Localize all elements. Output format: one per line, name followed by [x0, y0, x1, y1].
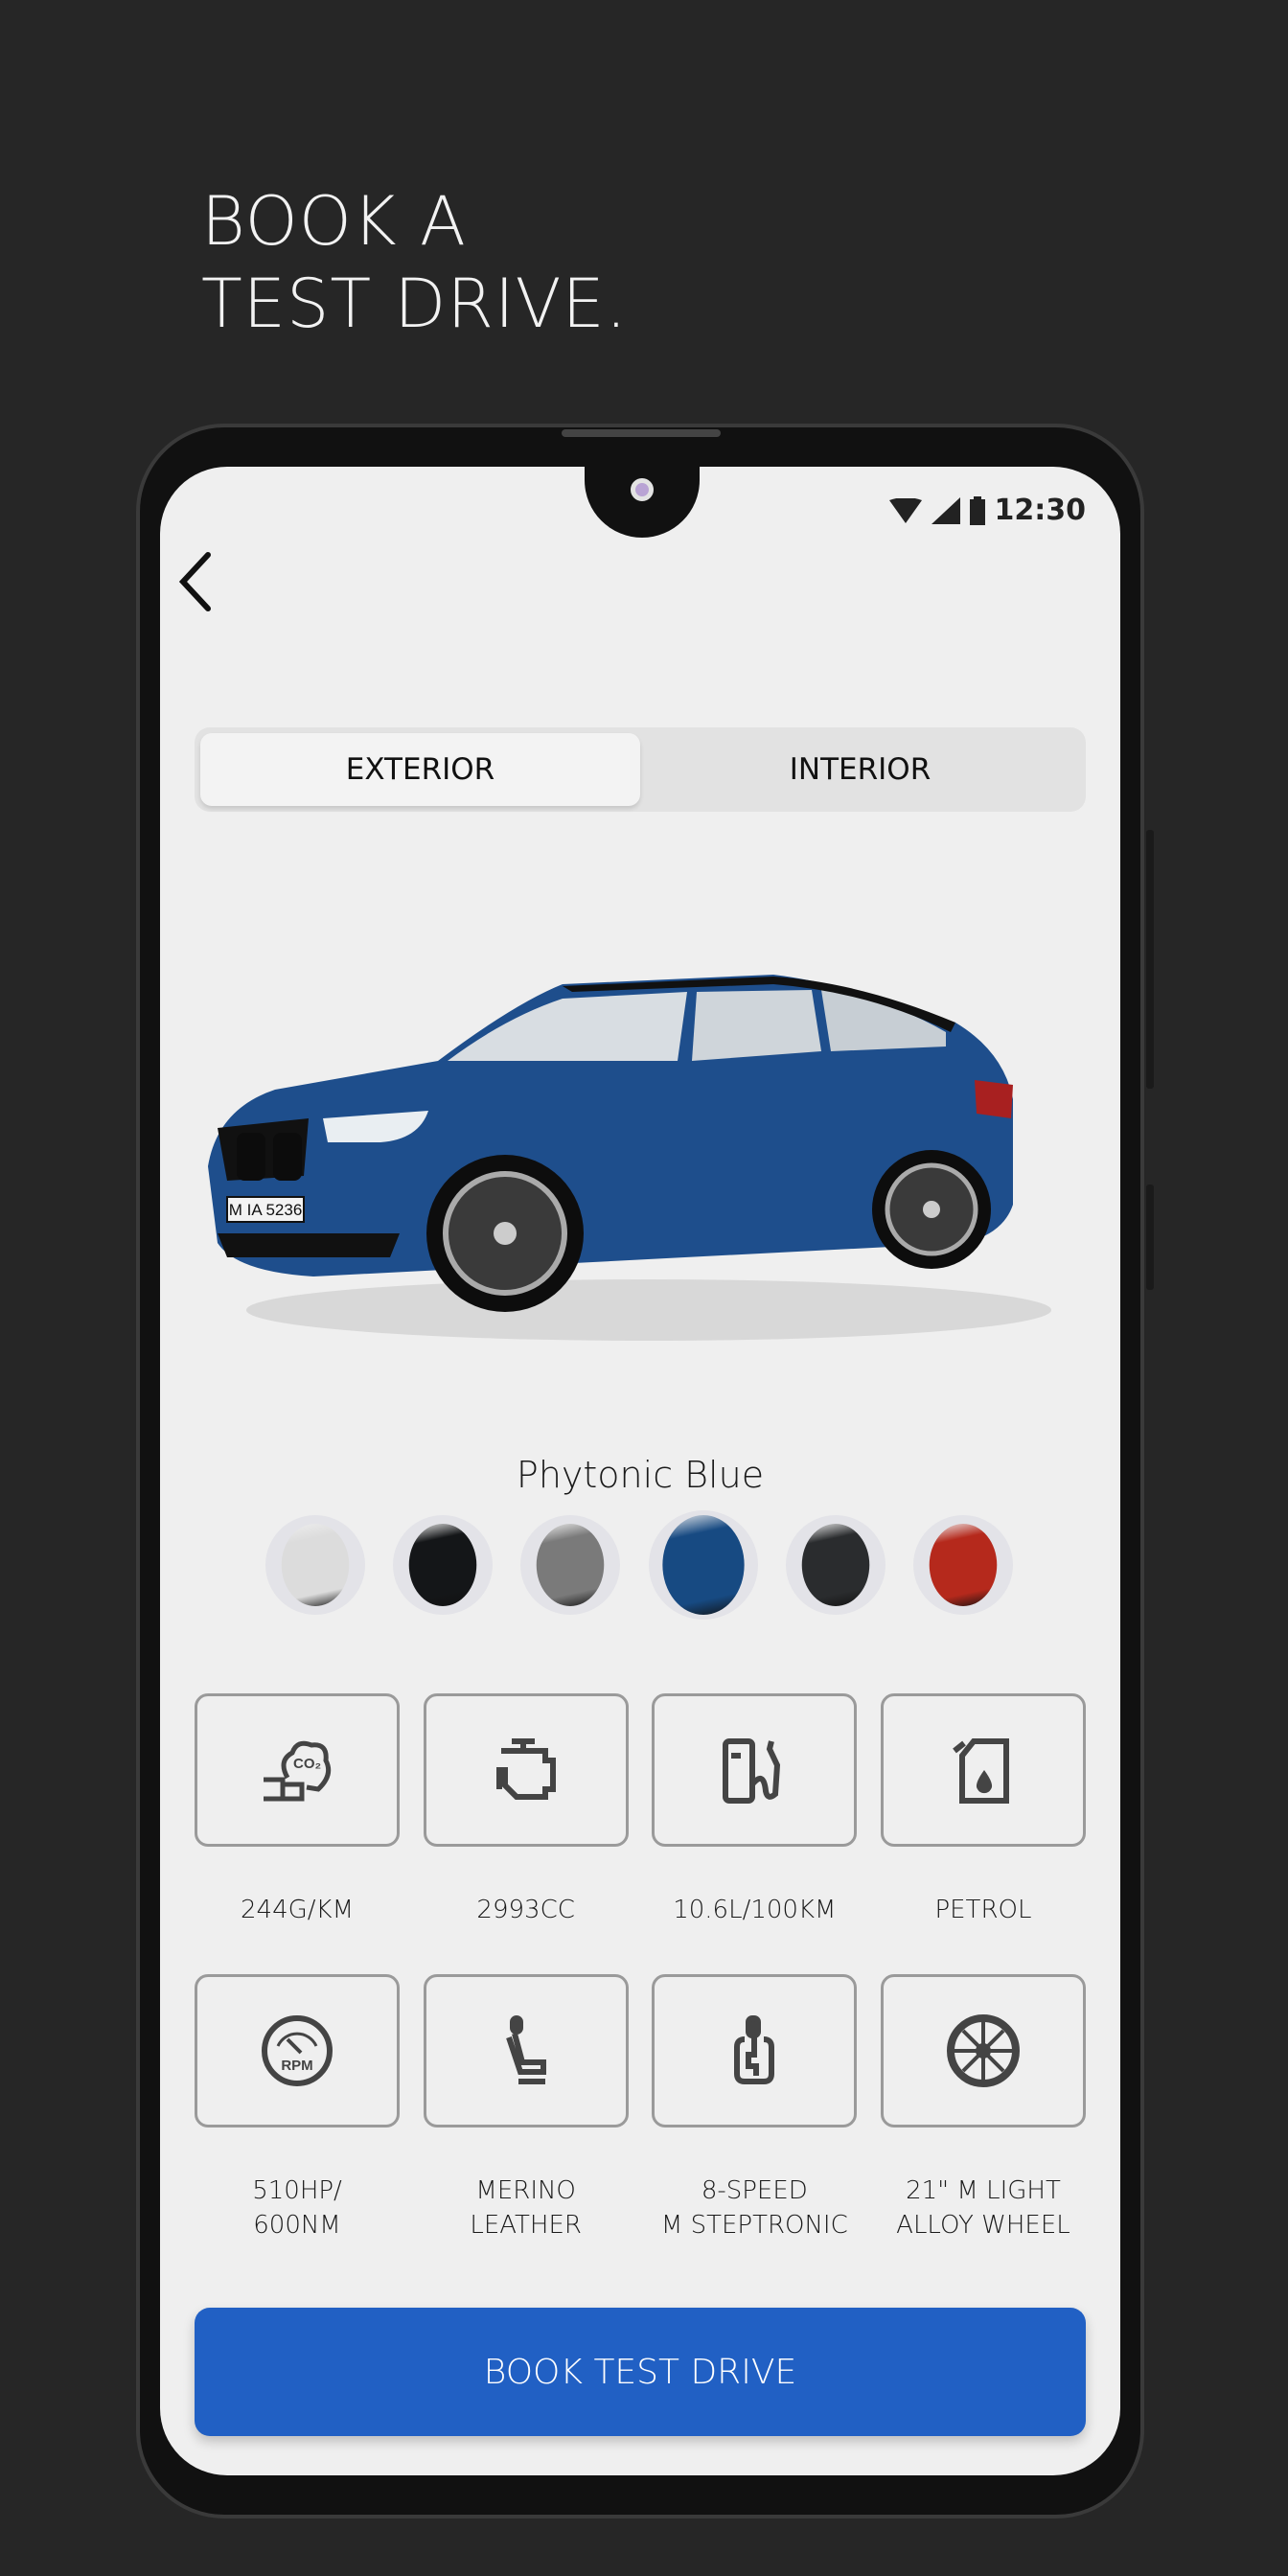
spec-card: RPM — [195, 1974, 400, 2128]
specs-row-2: RPM 510HP/ 600NM MERINO LEATHER 8-SPEED … — [195, 1974, 1086, 2242]
tab-interior[interactable]: INTERIOR — [640, 733, 1080, 806]
phone-frame: 12:30 EXTERIOR INTERIOR M IA 5236 Phyton… — [136, 424, 1154, 2518]
camera — [631, 478, 654, 501]
spec-card — [423, 1974, 629, 2128]
swatch-fill — [281, 1524, 350, 1606]
battery-icon — [969, 495, 985, 525]
spec-label: MERINO LEATHER — [470, 2176, 582, 2240]
speaker — [562, 429, 721, 437]
spec-label: 10.6L/100KM — [673, 1896, 837, 1924]
clock: 12:30 — [994, 494, 1087, 527]
car-image: M IA 5236 — [208, 975, 1051, 1341]
spec-engine: 2993CC — [423, 1693, 629, 1927]
spec-card — [880, 1974, 1086, 2128]
spec-card — [423, 1693, 629, 1847]
swatch-fill — [801, 1524, 870, 1606]
headline-line-1: BOOK A — [201, 182, 467, 261]
color-swatches — [265, 1510, 1013, 1620]
headline-line-2: TEST DRIVE. — [201, 264, 628, 343]
selected-color-name: Phytonic Blue — [516, 1454, 765, 1496]
swatch-fill — [661, 1515, 745, 1615]
color-swatch-phytonic-blue[interactable] — [648, 1510, 758, 1620]
swatch-fill — [408, 1524, 477, 1606]
view-tabs: EXTERIOR INTERIOR — [195, 727, 1086, 812]
volume-button — [1146, 830, 1154, 1089]
chevron-left-icon — [178, 552, 211, 611]
notch — [585, 467, 700, 538]
specs-row-1: CO₂ 244G/KM 2993CC 10.6L/100KM PETROL — [195, 1693, 1086, 1927]
screen: 12:30 EXTERIOR INTERIOR M IA 5236 Phyton… — [160, 467, 1120, 2475]
power-button — [1146, 1184, 1154, 1290]
spec-label: PETROL — [934, 1896, 1032, 1924]
seat-icon — [505, 2015, 546, 2084]
color-swatch-silver[interactable] — [265, 1515, 365, 1615]
spec-co2: CO₂ 244G/KM — [195, 1693, 400, 1927]
spec-label: 2993CC — [476, 1896, 575, 1924]
engine-icon — [495, 1738, 556, 1800]
wifi-icon — [888, 497, 922, 523]
rpm-gauge-icon: RPM — [262, 2015, 333, 2086]
book-test-drive-button[interactable]: BOOK TEST DRIVE — [195, 2308, 1086, 2436]
spec-label: 8-SPEED M STEPTRONIC — [660, 2176, 848, 2240]
status-bar: 12:30 — [888, 494, 1087, 527]
spec-fuel-type: PETROL — [880, 1693, 1086, 1927]
spec-label: 21" M LIGHT ALLOY WHEEL — [896, 2176, 1070, 2240]
tab-exterior[interactable]: EXTERIOR — [200, 733, 640, 806]
gear-shift-icon — [734, 2015, 775, 2084]
spec-card — [652, 1693, 858, 1847]
spec-transmission: 8-SPEED M STEPTRONIC — [652, 1974, 858, 2242]
spec-card — [880, 1693, 1086, 1847]
swatch-fill — [537, 1524, 605, 1606]
swatch-fill — [929, 1524, 998, 1606]
spec-wheels: 21" M LIGHT ALLOY WHEEL — [880, 1974, 1086, 2242]
signal-icon — [931, 496, 960, 524]
spec-label: 510HP/ 600NM — [252, 2176, 342, 2240]
spec-upholstery: MERINO LEATHER — [423, 1974, 629, 2242]
color-swatch-black[interactable] — [393, 1515, 494, 1615]
spec-label: 244G/KM — [240, 1896, 354, 1924]
svg-text:CO₂: CO₂ — [293, 1756, 321, 1772]
spec-fuel-consumption: 10.6L/100KM — [652, 1693, 858, 1927]
fuel-pump-icon — [723, 1738, 781, 1804]
co2-emission-icon: CO₂ — [264, 1740, 332, 1802]
license-plate: M IA 5236 — [229, 1201, 303, 1219]
fuel-canister-icon — [953, 1738, 1009, 1804]
color-swatch-dark-grey[interactable] — [785, 1515, 886, 1615]
spec-power: RPM 510HP/ 600NM — [195, 1974, 400, 2242]
color-swatch-grey[interactable] — [520, 1515, 621, 1615]
spec-card: CO₂ — [195, 1693, 400, 1847]
color-swatch-red[interactable] — [912, 1515, 1013, 1615]
spec-card — [652, 1974, 858, 2128]
headline: BOOK A TEST DRIVE. — [201, 180, 628, 345]
svg-text:RPM: RPM — [281, 2058, 312, 2074]
wheel-icon — [946, 2014, 1020, 2087]
back-button[interactable] — [177, 551, 235, 628]
